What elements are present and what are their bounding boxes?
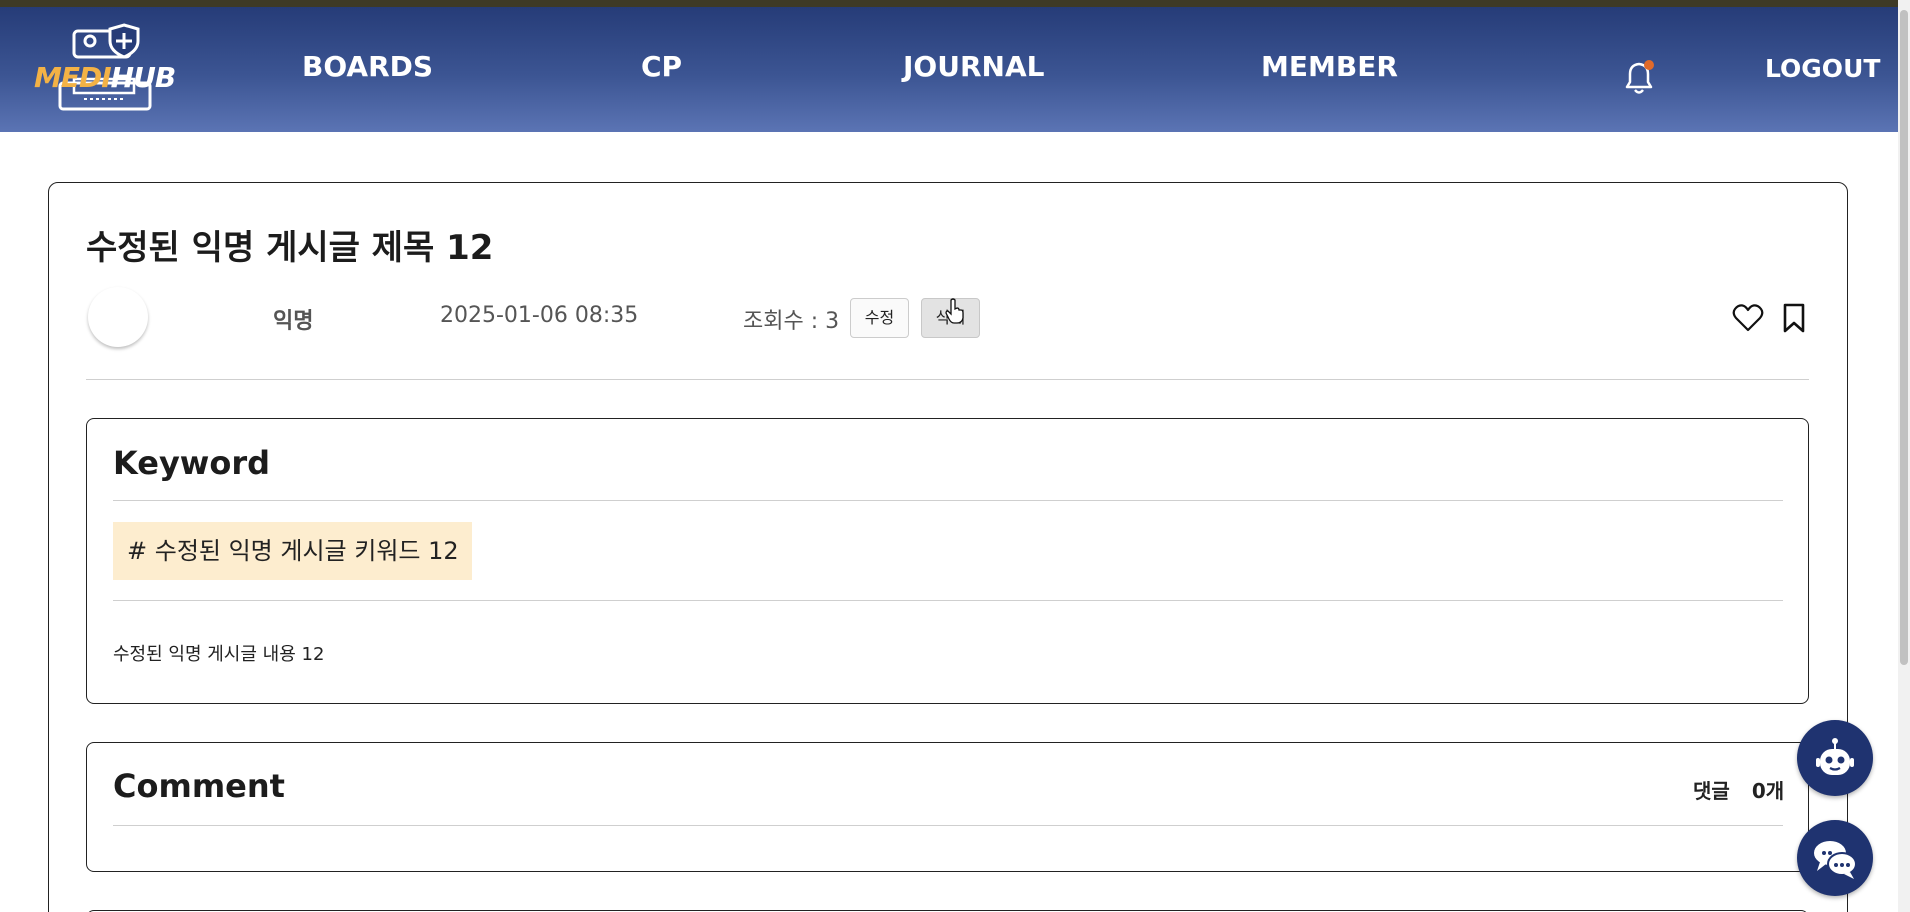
post-date: 2025-01-06 08:35 <box>440 303 639 328</box>
keyword-heading: Keyword <box>113 444 271 482</box>
vertical-scrollbar[interactable] <box>1898 0 1910 912</box>
comment-divider <box>113 825 1783 826</box>
logo-wordmark-medi: MEDI <box>34 61 112 94</box>
chatbot-button[interactable] <box>1797 720 1873 796</box>
robot-icon <box>1816 738 1854 775</box>
chat-button[interactable] <box>1797 820 1873 896</box>
heart-icon[interactable] <box>1732 302 1764 334</box>
logo-wordmark: MEDIHUB <box>34 61 177 94</box>
medihub-logo[interactable]: MEDIHUB <box>34 21 184 117</box>
keyword-divider-bottom <box>113 600 1783 601</box>
comment-heading: Comment <box>113 767 285 805</box>
logo-wordmark-hub: HUB <box>110 61 177 94</box>
post-title: 수정된 익명 게시글 제목 12 <box>86 228 494 268</box>
pointer-cursor-icon <box>945 298 964 324</box>
nav-cp[interactable]: CP <box>641 47 682 87</box>
post-content: 수정된 익명 게시글 내용 12 <box>113 644 325 665</box>
comment-section <box>86 742 1809 872</box>
comment-count: 댓글 0개 <box>1693 775 1784 804</box>
post-view-count: 조회수 : 3 <box>743 309 840 334</box>
comment-count-value: 0개 <box>1751 779 1785 803</box>
logout-button[interactable]: LOGOUT <box>1765 51 1880 87</box>
avatar <box>88 287 148 347</box>
edit-button[interactable]: 수정 <box>850 298 909 338</box>
bell-icon[interactable] <box>1617 55 1661 99</box>
post-header-divider <box>86 379 1809 380</box>
post-author: 익명 <box>273 309 314 334</box>
scrollbar-thumb[interactable] <box>1900 10 1908 665</box>
keyword-tag[interactable]: # 수정된 익명 게시글 키워드 12 <box>113 522 472 580</box>
top-navbar: MEDIHUB BOARDS CP JOURNAL MEMBER LOGOUT <box>0 7 1898 132</box>
nav-journal[interactable]: JOURNAL <box>903 47 1044 87</box>
window-top-stripe <box>0 0 1910 7</box>
nav-boards[interactable]: BOARDS <box>302 47 433 87</box>
nav-member[interactable]: MEMBER <box>1261 47 1398 87</box>
keyword-divider-top <box>113 500 1783 501</box>
comment-count-label: 댓글 <box>1693 779 1730 803</box>
chat-bubbles-icon <box>1814 841 1857 879</box>
bookmark-icon[interactable] <box>1780 302 1808 334</box>
